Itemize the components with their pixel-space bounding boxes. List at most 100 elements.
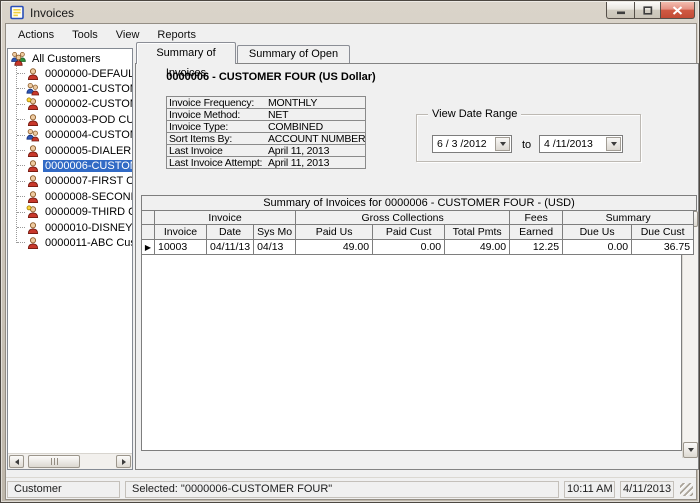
group-gross-collections: Gross Collections [296, 211, 510, 225]
menu-tools[interactable]: Tools [63, 26, 107, 44]
tree-horizontal-scrollbar[interactable] [8, 453, 132, 469]
scroll-right-icon [122, 459, 126, 465]
invoice-grid: Invoice Gross Collections Fees Summary I… [141, 210, 694, 255]
cell-due-us: 0.00 [563, 240, 632, 255]
customer-flag-icon [26, 97, 40, 111]
tab-summary-of-invoices[interactable]: Summary of Invoices [136, 42, 236, 64]
tree-item-label: 0000009-THIRD CU [43, 206, 132, 218]
titlebar[interactable]: Invoices [1, 1, 699, 23]
date-to-dropdown[interactable]: 4 /11/2013 [539, 135, 623, 153]
info-value: April 11, 2013 [268, 145, 329, 157]
scroll-left-icon [15, 459, 19, 465]
chevron-down-icon [611, 142, 617, 146]
info-value: COMBINED [268, 121, 323, 133]
menu-view[interactable]: View [107, 26, 149, 44]
tree-item-label: 0000010-DISNEY C [43, 222, 132, 234]
status-date: 4/11/2013 [620, 481, 674, 498]
tree-item-label: 0000003-POD CUS [43, 114, 132, 126]
tree-item-customer-0000000[interactable]: 0000000-DEFAULT [8, 66, 132, 81]
cell-date: 04/11/13 [207, 240, 254, 255]
info-row-last-invoice-attempt: Last Invoice Attempt: April 11, 2013 [166, 156, 366, 169]
date-range-to-label: to [522, 139, 531, 151]
scroll-down-button[interactable] [683, 442, 698, 458]
tree-item-customer-0000010[interactable]: 0000010-DISNEY C [8, 220, 132, 235]
menu-actions[interactable]: Actions [9, 26, 63, 44]
scroll-right-button[interactable] [116, 455, 131, 468]
cell-invoice: 10003 [155, 240, 207, 255]
tree-root-label: All Customers [30, 53, 102, 65]
minimize-button[interactable] [606, 2, 635, 19]
date-to-dropdown-button[interactable] [606, 137, 621, 151]
date-from-value: 6 / 3 /2012 [437, 138, 487, 150]
cell-sys-mo: 04/13 [254, 240, 296, 255]
date-from-dropdown-button[interactable] [495, 137, 510, 151]
tab-summary-of-open-items[interactable]: Summary of Open Items [237, 45, 350, 64]
col-due-us: Due Us [563, 225, 632, 240]
tree-item-customer-0000002[interactable]: 0000002-CUSTOM [8, 97, 132, 112]
row-marker-icon: ▶ [145, 243, 151, 252]
minimize-icon [616, 6, 626, 15]
customer-icon [26, 159, 40, 173]
customer-icon [26, 174, 40, 188]
cell-paid-us: 49.00 [296, 240, 373, 255]
col-invoice: Invoice [155, 225, 207, 240]
status-selected-panel: Selected: "0000006-CUSTOMER FOUR" [125, 481, 559, 498]
tree-item-customer-0000007[interactable]: 0000007-FIRST CL [8, 174, 132, 189]
tree-item-label: 0000007-FIRST CL [43, 175, 132, 187]
grid-caption: Summary of Invoices for 0000006 - CUSTOM… [141, 195, 697, 211]
date-from-dropdown[interactable]: 6 / 3 /2012 [432, 135, 512, 153]
customer-tree: All Customers 0000000-DEFAULT 0000001-CU… [8, 49, 132, 453]
tree-item-customer-0000009[interactable]: 0000009-THIRD CU [8, 205, 132, 220]
current-row-marker: ▶ [142, 240, 155, 255]
cell-earned: 12.25 [510, 240, 563, 255]
tree-item-label: 0000005-DIALER T [43, 145, 132, 157]
invoices-window: Invoices Actions Tools View Reports [0, 0, 700, 503]
info-label: Invoice Frequency: [169, 97, 268, 109]
col-paid-cust: Paid Cust [373, 225, 445, 240]
tree-item-customer-0000008[interactable]: 0000008-SECOND [8, 189, 132, 204]
info-value: April 11, 2013 [268, 157, 329, 169]
info-value: MONTHLY [268, 97, 317, 109]
tree-item-customer-0000001[interactable]: 0000001-CUSTOM [8, 81, 132, 96]
date-to-value: 4 /11/2013 [544, 138, 593, 150]
restore-button[interactable] [634, 2, 661, 19]
close-button[interactable] [660, 2, 695, 19]
tree-item-customer-0000003[interactable]: 0000003-POD CUS [8, 112, 132, 127]
col-earned: Earned [510, 225, 563, 240]
tree-item-customer-0000006-selected[interactable]: 0000006-CUSTOM [8, 158, 132, 173]
status-time: 10:11 AM [564, 481, 615, 498]
menu-reports[interactable]: Reports [148, 26, 205, 44]
customer-icon [26, 221, 40, 235]
tree-root-all-customers[interactable]: All Customers [8, 51, 132, 66]
customer-tree-panel: All Customers 0000000-DEFAULT 0000001-CU… [7, 48, 133, 470]
col-due-cust: Due Cust [632, 225, 694, 240]
table-row[interactable]: ▶ 10003 04/11/13 04/13 49.00 0.00 49.00 … [142, 240, 694, 255]
group-summary: Summary [563, 211, 694, 225]
grid-empty-area [141, 255, 682, 451]
info-label: Invoice Type: [169, 121, 268, 133]
col-sys-mo: Sys Mo [254, 225, 296, 240]
info-row-sort-items-by: Sort Items By: ACCOUNT NUMBER [166, 132, 366, 145]
scrollbar-thumb[interactable] [28, 455, 80, 468]
resize-grip[interactable] [680, 483, 693, 496]
col-paid-us: Paid Us [296, 225, 373, 240]
window-controls [607, 2, 695, 19]
tree-item-customer-0000011[interactable]: 0000011-ABC Custo [8, 235, 132, 250]
cell-due-cust: 36.75 [632, 240, 694, 255]
tree-item-label: 0000011-ABC Custo [43, 237, 132, 249]
menu-bar: Actions Tools View Reports [6, 24, 696, 45]
customer-icon [26, 67, 40, 81]
col-total-pmts: Total Pmts [445, 225, 510, 240]
info-label: Sort Items By: [169, 133, 268, 145]
scroll-left-button[interactable] [9, 455, 24, 468]
cell-total-pmts: 49.00 [445, 240, 510, 255]
customer-flag-icon [26, 205, 40, 219]
cell-paid-cust: 0.00 [373, 240, 445, 255]
tree-item-customer-0000004[interactable]: 0000004-CUSTOM [8, 128, 132, 143]
customer-info-table: Invoice Frequency: MONTHLY Invoice Metho… [166, 96, 366, 169]
group-invoice: Invoice [155, 211, 296, 225]
summary-panel: 0000006 - CUSTOMER FOUR (US Dollar) Invo… [135, 63, 699, 470]
customer-pair-icon [26, 128, 40, 142]
tree-item-customer-0000005[interactable]: 0000005-DIALER T [8, 143, 132, 158]
invoice-app-icon [10, 5, 25, 20]
